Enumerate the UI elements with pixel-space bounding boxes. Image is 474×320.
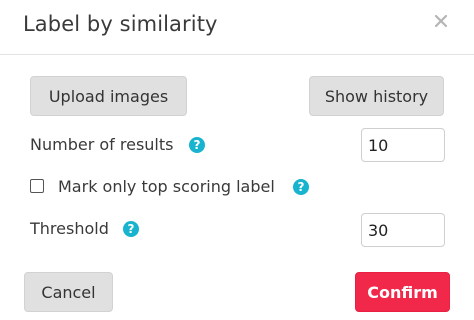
threshold-input[interactable]: [361, 213, 445, 247]
show-history-button[interactable]: Show history: [309, 76, 444, 116]
threshold-label: Threshold: [30, 219, 109, 238]
label-by-similarity-dialog: Label by similarity Upload images Show h…: [0, 0, 474, 320]
help-icon[interactable]: ?: [189, 137, 205, 153]
dialog-title: Label by similarity: [23, 12, 218, 36]
help-icon[interactable]: ?: [123, 221, 139, 237]
confirm-button[interactable]: Confirm: [355, 272, 450, 312]
cancel-button[interactable]: Cancel: [24, 272, 113, 312]
help-icon[interactable]: ?: [293, 179, 309, 195]
dialog-header: Label by similarity: [0, 0, 474, 55]
upload-images-button[interactable]: Upload images: [30, 76, 187, 116]
top-scoring-label-checkbox[interactable]: [30, 179, 44, 193]
top-scoring-label-text: Mark only top scoring label: [58, 177, 275, 196]
close-icon[interactable]: [432, 12, 450, 30]
number-of-results-label: Number of results: [30, 135, 174, 154]
number-of-results-input[interactable]: [361, 128, 445, 162]
